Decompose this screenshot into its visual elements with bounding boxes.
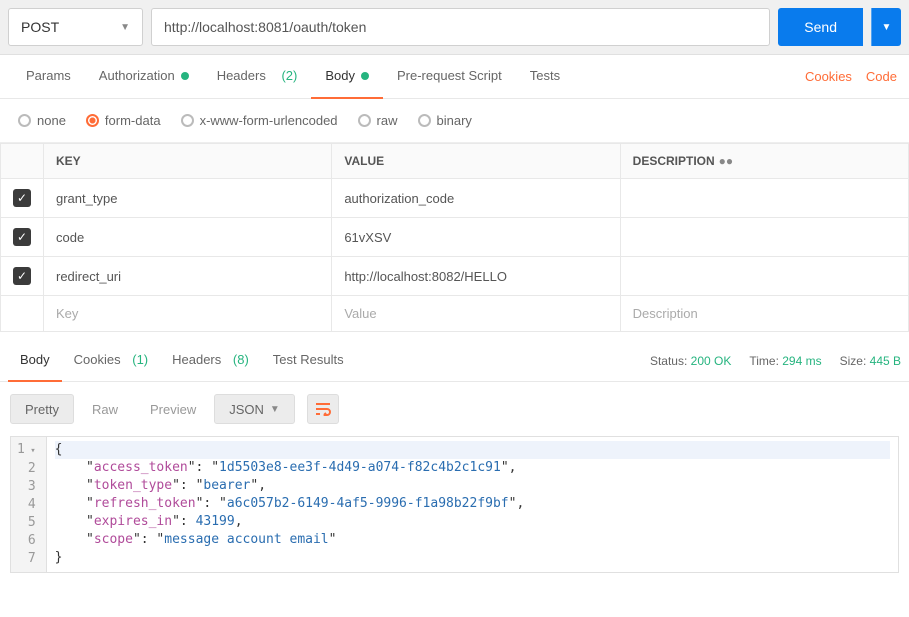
value-input[interactable] bbox=[344, 230, 607, 245]
response-tab-headers[interactable]: Headers (8) bbox=[160, 340, 261, 382]
code-link[interactable]: Code bbox=[866, 69, 897, 84]
row-checkbox[interactable]: ✓ bbox=[13, 267, 31, 285]
value-header: VALUE bbox=[332, 144, 620, 179]
response-body: 1234567 { "access_token": "1d5503e8-ee3f… bbox=[10, 436, 899, 573]
http-method-select[interactable]: POST ▼ bbox=[8, 8, 143, 46]
desc-header: DESCRIPTION●● bbox=[620, 144, 908, 179]
viewer-format-select[interactable]: JSON▼ bbox=[214, 394, 295, 424]
chevron-down-icon: ▼ bbox=[882, 22, 892, 33]
key-input[interactable] bbox=[56, 230, 319, 245]
wrap-icon bbox=[315, 402, 331, 416]
response-tab-body[interactable]: Body bbox=[8, 340, 62, 382]
status-label: Status: 200 OK bbox=[650, 354, 731, 368]
body-type-formdata[interactable]: form-data bbox=[86, 113, 161, 128]
checkbox-header bbox=[1, 144, 44, 179]
tab-headers[interactable]: Headers (2) bbox=[203, 55, 312, 99]
tab-prerequest[interactable]: Pre-request Script bbox=[383, 55, 516, 99]
code-content[interactable]: { "access_token": "1d5503e8-ee3f-4d49-a0… bbox=[47, 437, 898, 572]
wrap-lines-button[interactable] bbox=[307, 394, 339, 424]
tab-params[interactable]: Params bbox=[12, 55, 85, 99]
key-header: KEY bbox=[44, 144, 332, 179]
tab-authorization[interactable]: Authorization bbox=[85, 55, 203, 99]
radio-icon bbox=[358, 114, 371, 127]
desc-input[interactable] bbox=[633, 306, 896, 321]
desc-input[interactable] bbox=[633, 269, 896, 284]
radio-icon bbox=[418, 114, 431, 127]
value-input[interactable] bbox=[344, 269, 607, 284]
value-input[interactable] bbox=[344, 191, 607, 206]
status-dot-icon bbox=[181, 72, 189, 80]
key-input[interactable] bbox=[56, 269, 319, 284]
desc-input[interactable] bbox=[633, 230, 896, 245]
http-method-value: POST bbox=[21, 19, 59, 35]
line-gutter: 1234567 bbox=[11, 437, 47, 572]
viewer-pretty[interactable]: Pretty bbox=[10, 394, 74, 424]
cookies-link[interactable]: Cookies bbox=[805, 69, 852, 84]
body-type-binary[interactable]: binary bbox=[418, 113, 472, 128]
send-button[interactable]: Send bbox=[778, 8, 863, 46]
table-row-empty bbox=[1, 296, 909, 332]
body-type-raw[interactable]: raw bbox=[358, 113, 398, 128]
tab-body[interactable]: Body bbox=[311, 55, 383, 99]
desc-input[interactable] bbox=[633, 191, 896, 206]
status-dot-icon bbox=[361, 72, 369, 80]
chevron-down-icon: ▼ bbox=[120, 22, 130, 33]
tab-tests[interactable]: Tests bbox=[516, 55, 574, 99]
row-checkbox[interactable]: ✓ bbox=[13, 228, 31, 246]
form-data-table: KEY VALUE DESCRIPTION●● ✓ ✓ ✓ bbox=[0, 143, 909, 332]
url-input[interactable] bbox=[151, 8, 770, 46]
response-tab-tests[interactable]: Test Results bbox=[261, 340, 356, 382]
time-label: Time: 294 ms bbox=[749, 354, 821, 368]
viewer-raw[interactable]: Raw bbox=[78, 394, 132, 424]
send-split-button[interactable]: ▼ bbox=[871, 8, 901, 46]
radio-icon bbox=[18, 114, 31, 127]
row-checkbox[interactable]: ✓ bbox=[13, 189, 31, 207]
table-row: ✓ bbox=[1, 218, 909, 257]
table-row: ✓ bbox=[1, 179, 909, 218]
chevron-down-icon: ▼ bbox=[270, 404, 280, 415]
body-type-urlencoded[interactable]: x-www-form-urlencoded bbox=[181, 113, 338, 128]
table-row: ✓ bbox=[1, 257, 909, 296]
radio-icon bbox=[181, 114, 194, 127]
key-input[interactable] bbox=[56, 191, 319, 206]
viewer-preview[interactable]: Preview bbox=[136, 394, 210, 424]
size-label: Size: 445 B bbox=[840, 354, 901, 368]
radio-selected-icon bbox=[86, 114, 99, 127]
more-icon[interactable]: ●● bbox=[715, 154, 734, 168]
body-type-none[interactable]: none bbox=[18, 113, 66, 128]
response-tab-cookies[interactable]: Cookies (1) bbox=[62, 340, 160, 382]
value-input[interactable] bbox=[344, 306, 607, 321]
key-input[interactable] bbox=[56, 306, 319, 321]
